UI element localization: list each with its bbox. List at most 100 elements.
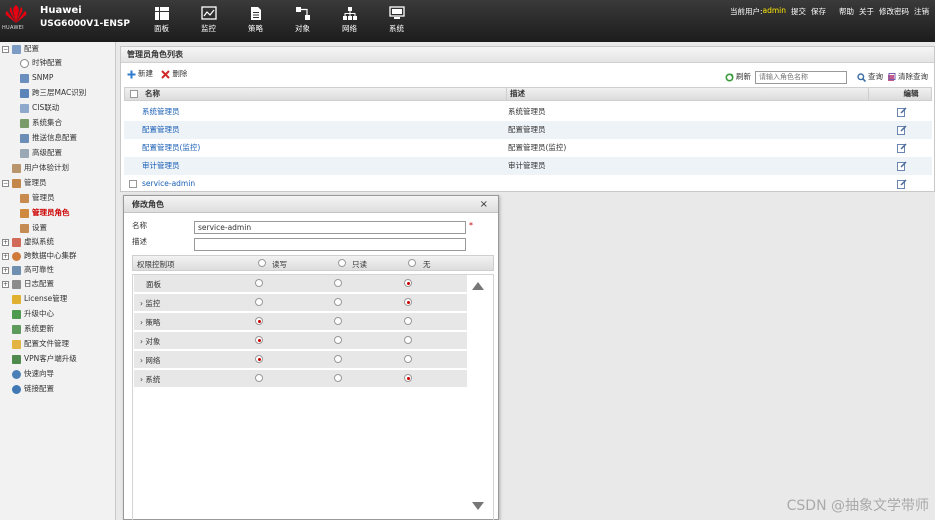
sidebar-item-license[interactable]: License管理 [12,292,67,306]
sidebar-item-admin[interactable]: 管理员 [20,191,55,205]
all-ro-radio[interactable] [338,259,346,267]
perm-none-radio[interactable] [404,374,412,382]
sidebar-item-push-info[interactable]: 推送信息配置 [20,131,77,145]
role-name-link[interactable]: 审计管理员 [142,157,180,175]
sidebar-item-admin-role[interactable]: 管理员角色 [20,206,70,220]
nav-policy[interactable]: 策略 [232,6,279,40]
perm-ro-radio[interactable] [334,279,342,287]
sidebar-item-wizard[interactable]: 快速向导 [12,367,54,381]
perm-none-radio[interactable] [404,317,412,325]
role-desc-input[interactable] [194,238,466,251]
sidebar-item-config[interactable]: − 配置 [2,42,39,56]
role-name-link[interactable]: 系统管理员 [142,103,180,121]
perm-none-radio[interactable] [404,336,412,344]
main-nav: 面板 监控 策略 对象 网络 系统 [138,6,420,40]
perm-rw-radio[interactable] [255,374,263,382]
close-icon[interactable]: × [480,196,488,213]
sidebar-item-config-file[interactable]: 配置文件管理 [12,337,69,351]
sidebar-item-sys-update[interactable]: 系统更新 [12,322,54,336]
perm-ro-radio[interactable] [334,355,342,363]
refresh-icon [725,72,734,82]
perm-none-radio[interactable] [404,298,412,306]
expand-icon[interactable]: + [2,266,9,274]
perm-row-policy: › 策略 [134,313,467,331]
role-name-link[interactable]: service-admin [142,175,195,193]
perm-ro-radio[interactable] [334,298,342,306]
role-name-link[interactable]: 配置管理员(监控) [142,139,200,157]
perm-rw-radio[interactable] [255,317,263,325]
expand-icon[interactable]: + [2,280,9,288]
perm-ro-radio[interactable] [334,374,342,382]
col-name[interactable]: 名称 [141,88,507,100]
sidebar-item-dc-cluster[interactable]: + 跨数据中心集群 [2,249,77,263]
nav-dashboard[interactable]: 面板 [138,6,185,40]
all-none-radio[interactable] [408,259,416,267]
about-link[interactable]: 关于 [859,6,874,17]
edit-icon[interactable] [897,125,907,135]
perm-rw-radio[interactable] [255,298,263,306]
edit-icon[interactable] [897,161,907,171]
sidebar-item-advanced[interactable]: 高级配置 [20,146,62,160]
edit-icon[interactable] [897,143,907,153]
sidebar-item-clock[interactable]: 时钟配置 [20,56,62,70]
save-link[interactable]: 保存 [811,6,826,17]
push-icon [20,133,29,143]
sidebar-item-snmp[interactable]: SNMP [20,71,53,85]
perm-label: › 系统 [140,375,161,384]
perm-ro-radio[interactable] [334,317,342,325]
select-all-checkbox[interactable] [130,90,138,98]
refresh-button[interactable]: 刷新 [725,66,751,88]
perm-label: › 策略 [140,318,161,327]
nav-system[interactable]: 系统 [373,6,420,40]
admin-group-icon [12,178,21,188]
role-name-input[interactable]: service-admin [194,221,466,234]
required-mark: * [469,221,473,230]
collapse-icon[interactable]: − [2,179,9,187]
sidebar-item-label: 跨数据中心集群 [24,251,77,260]
edit-icon[interactable] [897,179,907,189]
perm-rw-radio[interactable] [255,355,263,363]
nav-monitor[interactable]: 监控 [185,6,232,40]
role-search-input[interactable] [755,70,847,84]
sidebar-item-system-set[interactable]: 系统集合 [20,116,62,130]
change-password-link[interactable]: 修改密码 [879,6,909,17]
nav-network[interactable]: 网络 [326,6,373,40]
dialog-title-bar[interactable]: 修改角色 × [124,196,498,213]
role-name-link[interactable]: 配置管理员 [142,121,180,139]
perm-rw-radio[interactable] [255,279,263,287]
col-desc[interactable]: 描述 [506,88,869,100]
sidebar-item-l3-mac[interactable]: 跨三层MAC识别 [20,86,86,100]
new-button[interactable]: 新建 [127,63,153,85]
sidebar-item-settings[interactable]: 设置 [20,221,47,235]
scroll-up-arrow-icon[interactable] [472,282,484,290]
all-rw-radio[interactable] [258,259,266,267]
row-checkbox[interactable] [129,180,137,188]
perm-ro-radio[interactable] [334,336,342,344]
delete-button[interactable]: 删除 [161,63,187,85]
sidebar-item-ux-plan[interactable]: 用户体验计划 [12,161,69,175]
sidebar-item-cis[interactable]: CIS联动 [20,101,59,115]
perm-none-radio[interactable] [404,355,412,363]
edit-icon[interactable] [897,107,907,117]
sidebar-item-admin-group[interactable]: − 管理员 [2,176,47,190]
sidebar-item-upgrade[interactable]: 升级中心 [12,307,54,321]
delete-label: 删除 [172,69,188,78]
scroll-down-arrow-icon[interactable] [472,502,484,510]
clear-query-button[interactable]: 清除查询 [887,66,928,88]
query-button[interactable]: 查询 [857,66,883,88]
sidebar-item-vpn-client[interactable]: VPN客户端升级 [12,352,77,366]
network-icon [342,7,357,20]
sidebar-item-log[interactable]: + 日志配置 [2,277,54,291]
logout-link[interactable]: 注销 [914,6,929,17]
expand-icon[interactable]: + [2,252,9,260]
expand-icon[interactable]: + [2,238,9,246]
perm-rw-radio[interactable] [255,336,263,344]
collapse-icon[interactable]: − [2,45,9,53]
submit-link[interactable]: 提交 [791,6,806,17]
nav-object[interactable]: 对象 [279,6,326,40]
sidebar-item-vsys[interactable]: + 虚拟系统 [2,235,54,249]
help-link[interactable]: 帮助 [839,6,854,17]
sidebar-item-link[interactable]: 链接配置 [12,382,54,396]
sidebar-item-ha[interactable]: + 高可靠性 [2,263,54,277]
perm-none-radio[interactable] [404,279,412,287]
